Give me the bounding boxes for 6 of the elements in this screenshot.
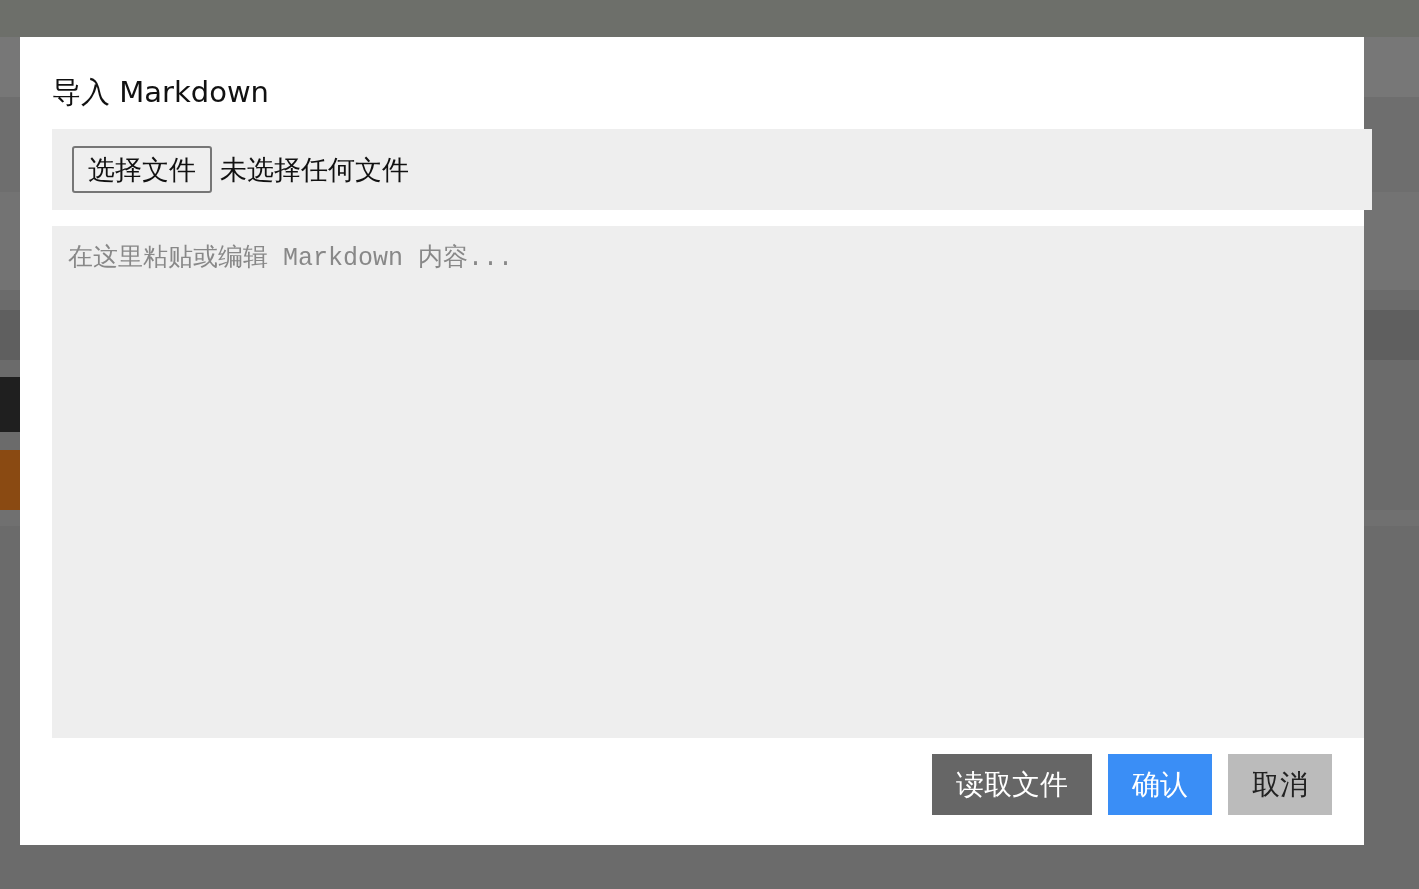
file-status: 未选择任何文件 — [220, 152, 409, 187]
cancel-button[interactable]: 取消 — [1228, 754, 1332, 815]
markdown-editor[interactable]: 在这里粘贴或编辑 Markdown 内容... — [52, 226, 1364, 738]
read-file-button[interactable]: 读取文件 — [932, 754, 1092, 815]
choose-file-button[interactable]: 选择文件 — [72, 146, 212, 193]
dialog-title: 导入 Markdown — [52, 74, 270, 111]
